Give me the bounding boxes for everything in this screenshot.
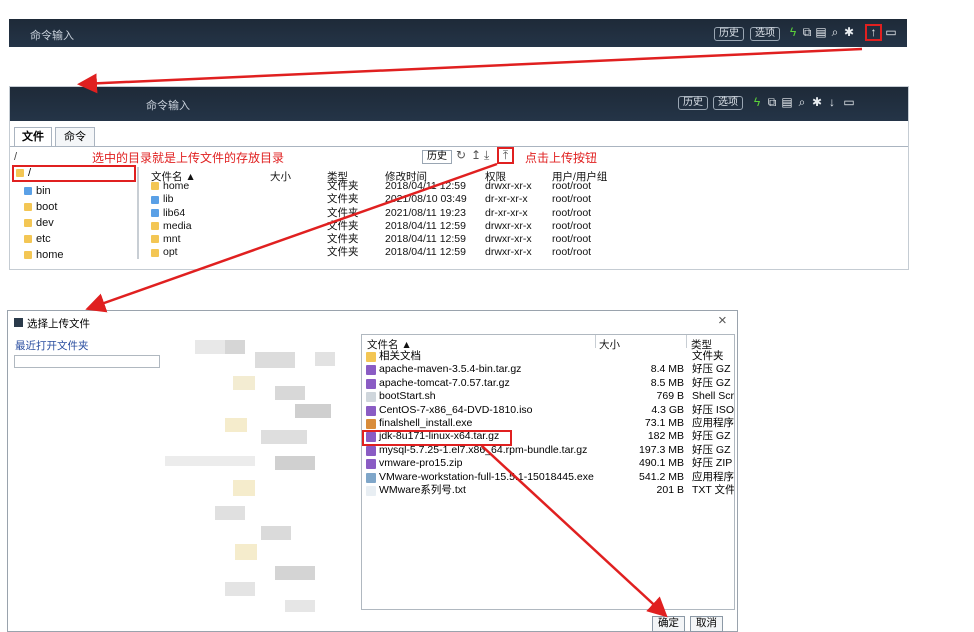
- arrow-to-ok-button: [481, 445, 668, 618]
- annotation-arrows: [77, 47, 863, 618]
- arrow-to-finalshell: [77, 47, 863, 94]
- arrow-to-dialog: [85, 162, 498, 313]
